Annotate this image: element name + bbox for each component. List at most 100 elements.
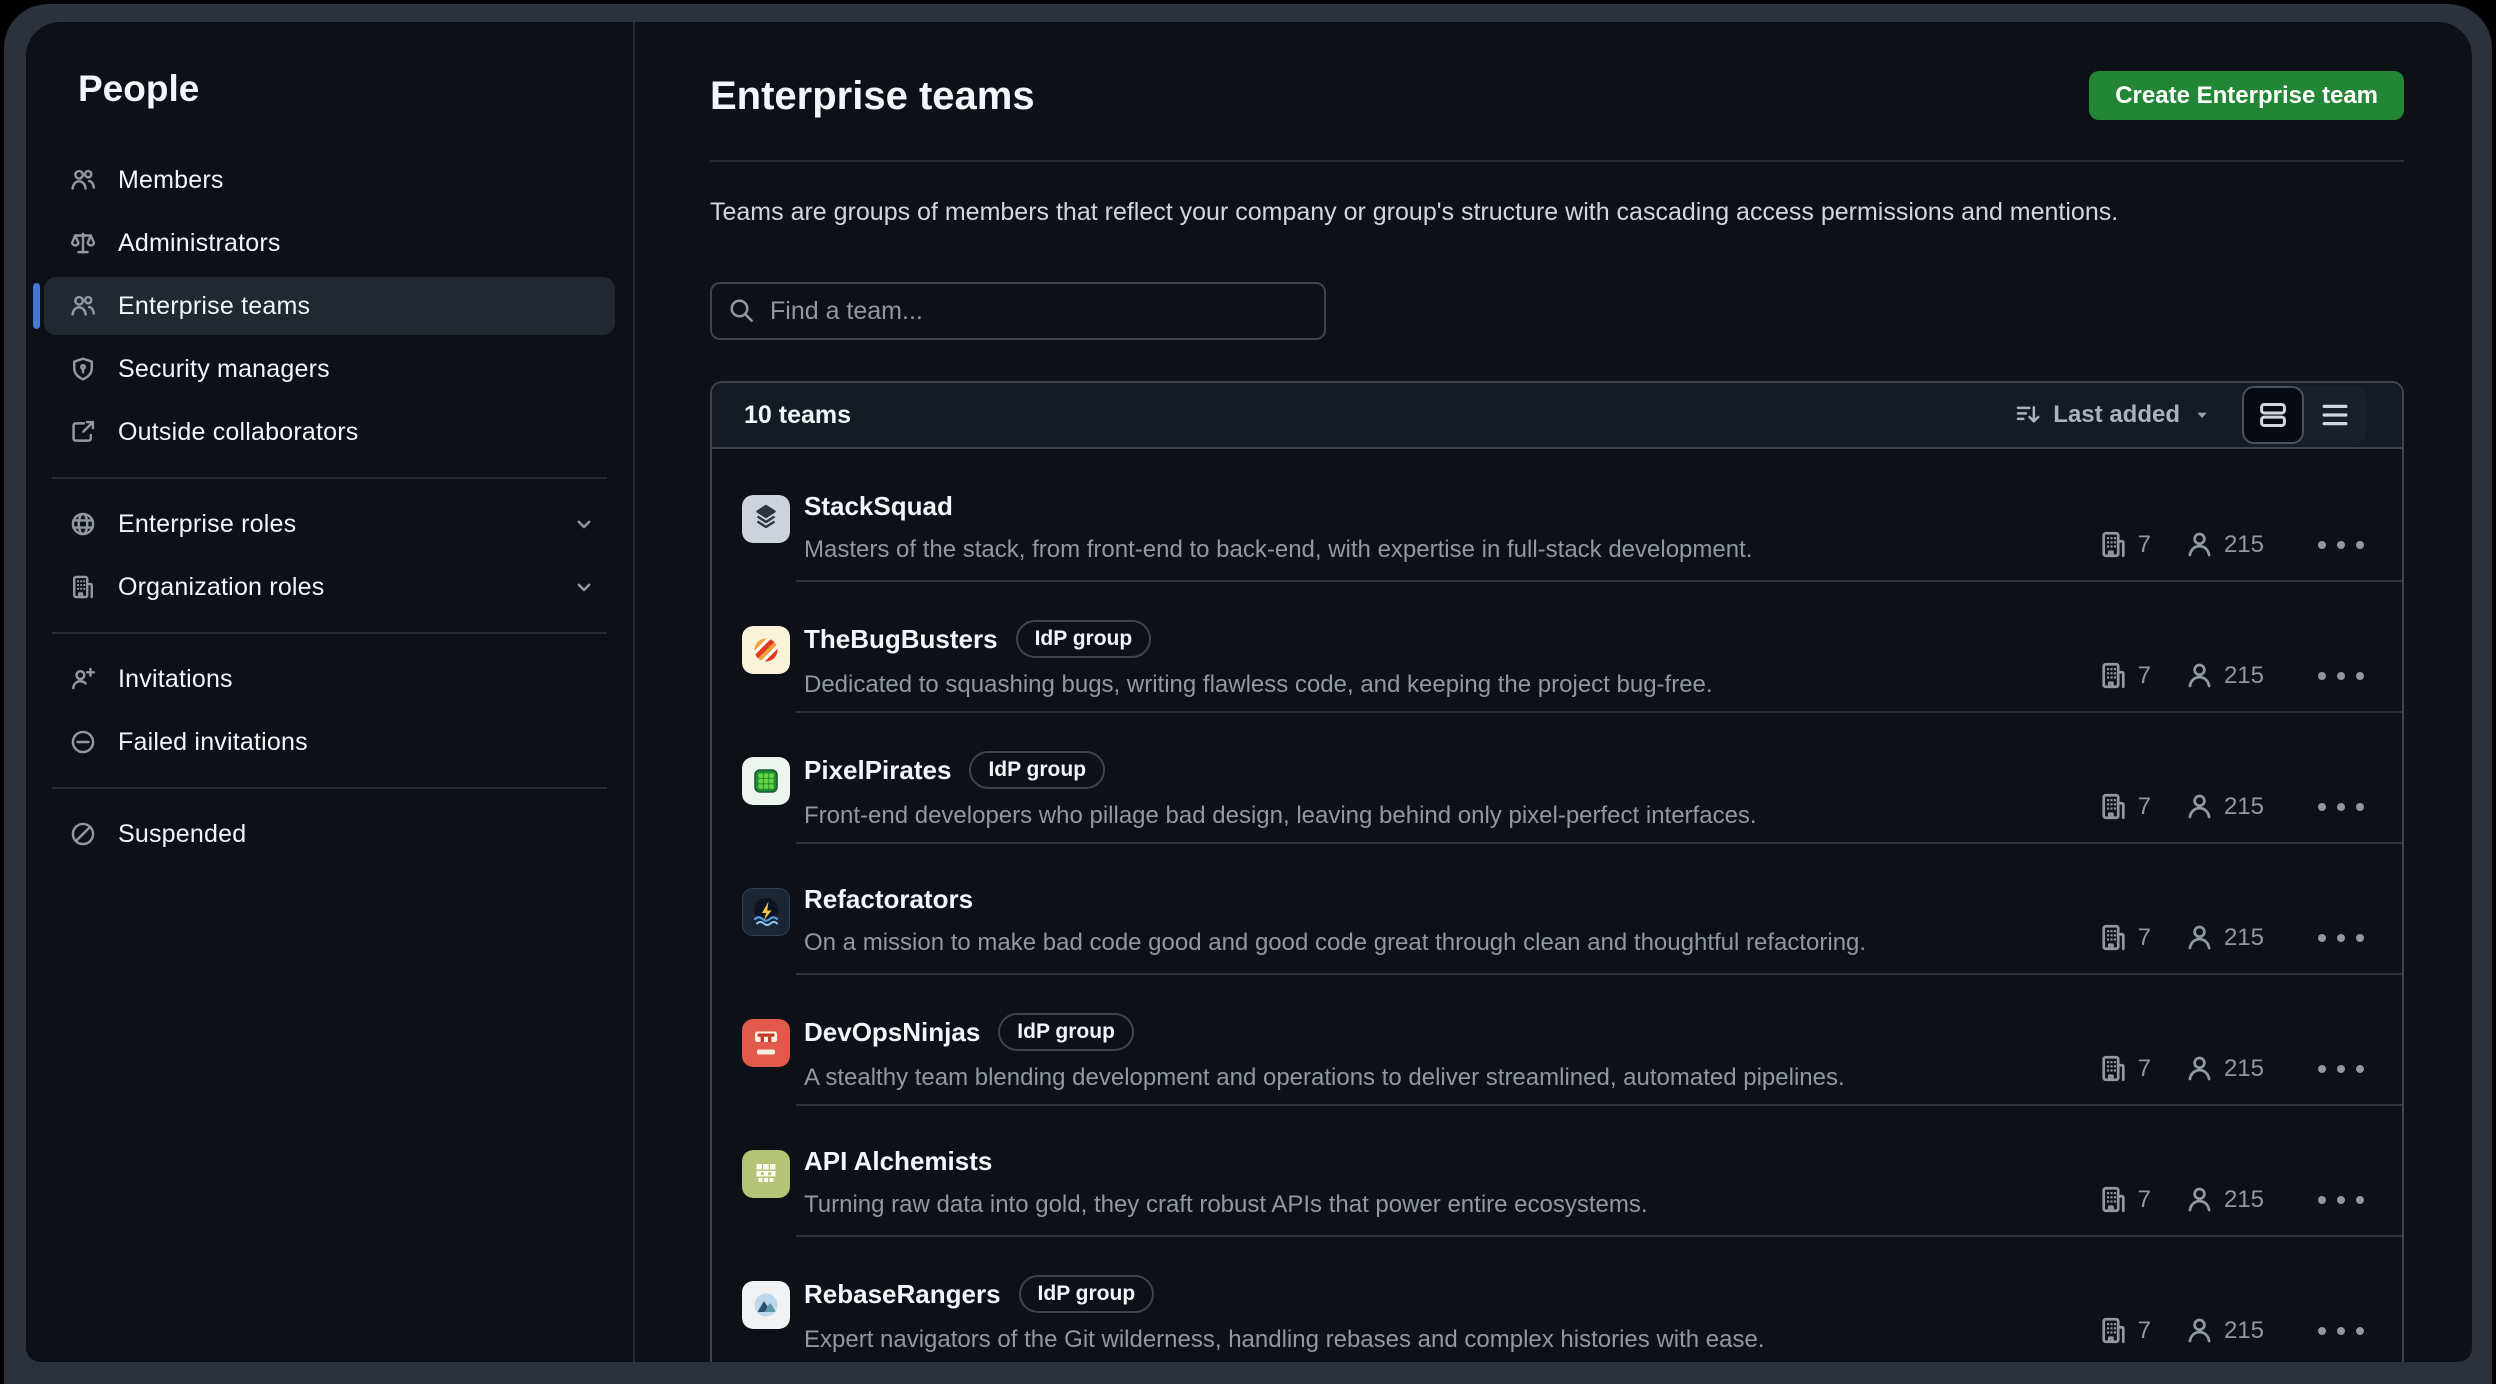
person-icon bbox=[2185, 1054, 2214, 1083]
sidebar-item-label: Administrators bbox=[118, 229, 281, 258]
sidebar-item-invitations[interactable]: Invitations bbox=[44, 650, 615, 708]
sidebar-item-suspended[interactable]: Suspended bbox=[44, 805, 615, 863]
member-count: 215 bbox=[2185, 530, 2264, 559]
idp-group-badge: IdP group bbox=[998, 1013, 1134, 1051]
team-avatar bbox=[742, 626, 790, 674]
team-row: DevOpsNinjas IdP group A stealthy team b… bbox=[712, 973, 2402, 1104]
organization-icon bbox=[2099, 530, 2128, 559]
people-icon bbox=[70, 167, 96, 193]
sidebar-item-label: Outside collaborators bbox=[118, 418, 358, 447]
org-count: 7 bbox=[2099, 1185, 2151, 1214]
member-count: 215 bbox=[2185, 792, 2264, 821]
kebab-menu-button[interactable] bbox=[2316, 535, 2366, 555]
sidebar-divider bbox=[52, 787, 607, 789]
app-window: People Members Administrators Enterprise… bbox=[4, 4, 2492, 1384]
kebab-menu-button[interactable] bbox=[2316, 928, 2366, 948]
idp-group-badge: IdP group bbox=[1019, 1275, 1155, 1313]
people-sidebar: People Members Administrators Enterprise… bbox=[26, 22, 635, 1362]
org-count: 7 bbox=[2099, 923, 2151, 952]
sidebar-item-label: Enterprise teams bbox=[118, 292, 310, 321]
selected-item-accent-bar bbox=[33, 283, 40, 329]
team-name[interactable]: API Alchemists bbox=[804, 1144, 992, 1178]
teams-card: 10 teams Last added bbox=[710, 381, 2404, 1362]
kebab-menu-button[interactable] bbox=[2316, 1190, 2366, 1210]
team-name[interactable]: PixelPirates bbox=[804, 753, 951, 787]
team-avatar bbox=[742, 757, 790, 805]
idp-group-badge: IdP group bbox=[969, 751, 1105, 789]
sidebar-item-label: Members bbox=[118, 166, 224, 195]
law-icon bbox=[70, 230, 96, 256]
globe-icon bbox=[70, 511, 96, 537]
member-count: 215 bbox=[2185, 661, 2264, 690]
kebab-menu-button[interactable] bbox=[2316, 797, 2366, 817]
sidebar-item-enterprise-roles[interactable]: Enterprise roles bbox=[44, 495, 615, 553]
team-name[interactable]: DevOpsNinjas bbox=[804, 1015, 980, 1049]
person-icon bbox=[2185, 923, 2214, 952]
sidebar-item-organization-roles[interactable]: Organization roles bbox=[44, 558, 615, 616]
list-view-button[interactable] bbox=[2304, 386, 2366, 444]
page-description: Teams are groups of members that reflect… bbox=[710, 197, 2404, 227]
member-count: 215 bbox=[2185, 1316, 2264, 1345]
search-input[interactable] bbox=[710, 282, 1326, 340]
org-count: 7 bbox=[2099, 530, 2151, 559]
teams-count: 10 teams bbox=[744, 401, 851, 430]
sidebar-item-security-managers[interactable]: Security managers bbox=[44, 340, 615, 398]
teams-card-header: 10 teams Last added bbox=[712, 383, 2402, 449]
person-add-icon bbox=[70, 666, 96, 692]
team-row: TheBugBusters IdP group Dedicated to squ… bbox=[712, 580, 2402, 711]
team-name[interactable]: TheBugBusters bbox=[804, 622, 998, 656]
team-row: PixelPirates IdP group Front-end develop… bbox=[712, 711, 2402, 842]
idp-group-badge: IdP group bbox=[1016, 620, 1152, 658]
list-view-icon bbox=[2320, 400, 2350, 430]
sidebar-item-members[interactable]: Members bbox=[44, 151, 615, 209]
org-count: 7 bbox=[2099, 661, 2151, 690]
circle-slash-icon bbox=[70, 821, 96, 847]
create-enterprise-team-button[interactable]: Create Enterprise team bbox=[2089, 71, 2404, 120]
team-avatar bbox=[742, 1281, 790, 1329]
kebab-menu-button[interactable] bbox=[2316, 1059, 2366, 1079]
sidebar-title: People bbox=[26, 66, 633, 112]
header-divider bbox=[710, 160, 2404, 162]
sort-button[interactable]: Last added bbox=[2015, 401, 2212, 429]
team-row: Refactorators On a mission to make bad c… bbox=[712, 842, 2402, 973]
person-icon bbox=[2185, 530, 2214, 559]
sort-descending-icon bbox=[2015, 402, 2041, 428]
team-row: API Alchemists Turning raw data into gol… bbox=[712, 1104, 2402, 1235]
rows-view-button[interactable] bbox=[2242, 386, 2304, 444]
kebab-menu-button[interactable] bbox=[2316, 1321, 2366, 1341]
page-title: Enterprise teams bbox=[710, 72, 1035, 120]
sort-label: Last added bbox=[2053, 401, 2180, 429]
external-link-icon bbox=[70, 419, 96, 445]
team-description: Masters of the stack, from front-end to … bbox=[804, 535, 1752, 565]
team-row: RebaseRangers IdP group Expert navigator… bbox=[712, 1235, 2402, 1362]
team-search bbox=[710, 282, 1326, 340]
member-count: 215 bbox=[2185, 1054, 2264, 1083]
sidebar-item-label: Invitations bbox=[118, 665, 233, 694]
person-icon bbox=[2185, 1316, 2214, 1345]
team-avatar bbox=[742, 495, 790, 543]
sidebar-item-failed-invitations[interactable]: Failed invitations bbox=[44, 713, 615, 771]
person-icon bbox=[2185, 661, 2214, 690]
organization-icon bbox=[2099, 1185, 2128, 1214]
kebab-menu-button[interactable] bbox=[2316, 666, 2366, 686]
team-description: On a mission to make bad code good and g… bbox=[804, 928, 1866, 958]
organization-icon bbox=[2099, 661, 2128, 690]
person-icon bbox=[2185, 792, 2214, 821]
sidebar-item-label: Suspended bbox=[118, 820, 246, 849]
team-avatar bbox=[742, 1019, 790, 1067]
org-count: 7 bbox=[2099, 1316, 2151, 1345]
team-name[interactable]: RebaseRangers bbox=[804, 1277, 1001, 1311]
team-name[interactable]: Refactorators bbox=[804, 882, 973, 916]
team-name[interactable]: StackSquad bbox=[804, 489, 953, 523]
rows-view-icon bbox=[2258, 400, 2288, 430]
team-description: Expert navigators of the Git wilderness,… bbox=[804, 1325, 1765, 1355]
team-avatar bbox=[742, 888, 790, 936]
sidebar-item-administrators[interactable]: Administrators bbox=[44, 214, 615, 272]
app-content: People Members Administrators Enterprise… bbox=[26, 22, 2472, 1362]
team-avatar bbox=[742, 1150, 790, 1198]
sidebar-item-enterprise-teams[interactable]: Enterprise teams bbox=[44, 277, 615, 335]
view-toggle bbox=[2242, 386, 2366, 444]
sidebar-item-outside-collaborators[interactable]: Outside collaborators bbox=[44, 403, 615, 461]
blocked-icon bbox=[70, 729, 96, 755]
chevron-down-icon bbox=[573, 513, 595, 535]
